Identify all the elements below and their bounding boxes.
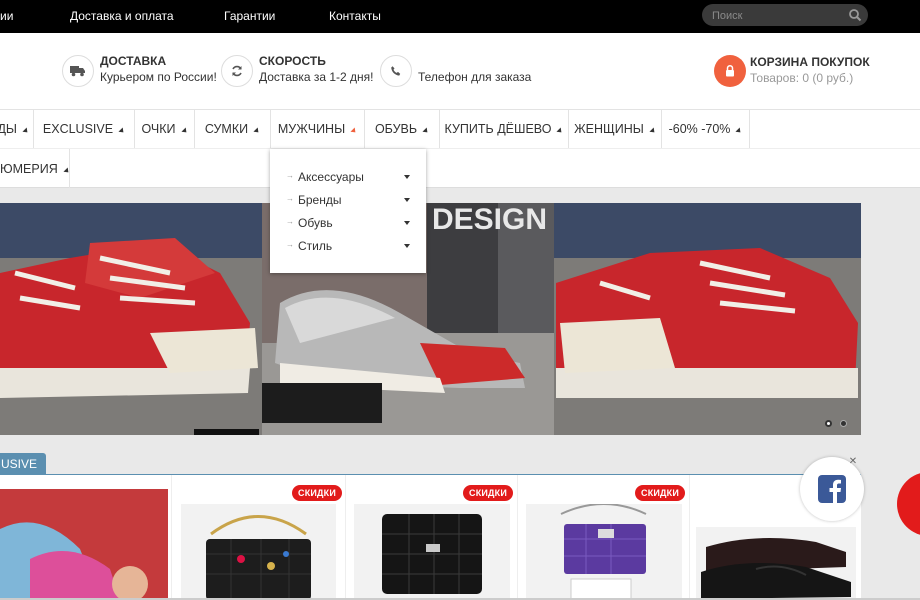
topbar-link-guarantees[interactable]: Гарантии [224,9,275,23]
top-bar: ии Доставка и оплата Гарантии Контакты [0,0,920,33]
arrow-icon: → [286,194,294,203]
feature-subtitle: Курьером по России! [100,70,217,84]
nav-item-glasses[interactable]: ОЧКИ [135,110,195,148]
submenu-label: Обувь [298,215,333,230]
discount-badge: СКИДКИ [635,485,686,501]
nav-item-perfumery[interactable]: ЮМЕРИЯ [0,149,71,188]
arrow-icon: → [286,240,294,249]
nav-label: ЮМЕРИЯ [0,161,58,176]
cart-title: КОРЗИНА ПОКУПОК [750,55,870,69]
slider-dots [825,420,847,427]
submenu-label: Стиль [298,238,333,253]
nav-label: КУПИТЬ ДЁШЕВО [444,122,552,136]
product-card[interactable]: СКИДКИ [172,475,346,600]
heart-widget-icon[interactable] [897,472,920,536]
product-image-black-bag [181,504,336,600]
discount-badge: СКИДКИ [292,485,343,501]
cart-summary: Товаров: 0 (0 руб.) [750,71,854,85]
nav-label: ЖЕНЩИНЫ [574,122,644,136]
nav-item-sale[interactable]: -60% -70% [662,110,750,148]
main-nav: ДЫ EXCLUSIVE ОЧКИ СУМКИ МУЖЧИНЫ ОБУВЬ КУ… [0,109,920,188]
facebook-icon [818,475,846,503]
product-card[interactable]: СКИДКИ [518,475,690,600]
chevron-down-icon [649,127,657,135]
nav-item-women[interactable]: ЖЕНЩИНЫ [569,110,662,148]
submenu-item-style[interactable]: → Стиль [270,234,426,257]
site-header: ДОСТАВКА Курьером по России! СКОРОСТЬ До… [0,33,920,109]
phone-icon [380,55,412,87]
nav-item-exclusive[interactable]: EXCLUSIVE [34,110,135,148]
nav-label: EXCLUSIVE [42,122,114,136]
chevron-down-icon [253,127,261,135]
nav-row-divider [0,148,920,149]
chevron-down-icon [422,127,430,135]
nav-label: ДЫ [0,122,17,136]
feature-title: ДОСТАВКА [100,54,167,68]
submenu-item-brands[interactable]: → Бренды [270,188,426,211]
banner-image: DESIGN [0,203,861,435]
nav-item-men[interactable]: МУЖЧИНЫ [271,110,365,148]
submenu-label: Аксессуары [298,169,364,184]
banner-text: DESIGN [432,203,547,236]
product-image-loafers [696,527,856,600]
submenu-item-shoes[interactable]: → Обувь [270,211,426,234]
close-icon[interactable]: ✕ [846,455,860,469]
nav-label: -60% -70% [668,122,731,136]
product-image-purple-bag [526,504,682,600]
chevron-down-icon [63,166,71,175]
nav-item-buy-cheap[interactable]: КУПИТЬ ДЁШЕВО [440,110,569,148]
nav-label: МУЖЧИНЫ [277,122,346,136]
chevron-down-icon [404,221,410,225]
slider-dot[interactable] [840,420,847,427]
topbar-link-partial[interactable]: ии [0,9,13,23]
chevron-down-icon [404,244,410,248]
refresh-icon [221,55,253,87]
nav-label: ОБУВЬ [374,122,418,136]
chevron-down-icon [404,198,410,202]
discount-badge: СКИДКИ [463,485,514,501]
nav-label: СУМКИ [204,122,249,136]
arrow-icon: → [286,217,294,226]
chevron-down-icon [404,175,410,179]
truck-icon [62,55,94,87]
product-image-croc-bag [354,504,510,600]
men-submenu: → Аксессуары → Бренды → Обувь → Стиль [270,149,426,273]
chevron-down-icon [350,127,358,135]
hero-banner[interactable]: DESIGN [0,203,861,435]
chevron-down-icon [22,127,30,135]
nav-label: ОЧКИ [141,122,176,136]
feature-title: СКОРОСТЬ [259,54,326,68]
search-icon[interactable] [848,8,862,22]
feature-subtitle: Телефон для заказа [418,70,532,84]
search-input[interactable] [710,6,844,26]
chevron-down-icon [556,127,564,135]
product-card[interactable]: СКИДКИ [346,475,518,600]
chevron-down-icon [180,127,189,135]
nav-item-bags[interactable]: СУМКИ [195,110,271,148]
arrow-icon: → [286,171,294,180]
product-carousel: СКИДКИ СКИДКИ СКИДКИ [0,475,861,600]
chevron-down-icon [735,127,743,135]
nav-item-partial[interactable]: ДЫ [0,110,34,148]
nav-item-shoes[interactable]: ОБУВЬ [365,110,440,148]
section-tab-exclusive[interactable]: USIVE [0,453,46,474]
topbar-link-contacts[interactable]: Контакты [329,9,381,23]
cart-lock-icon [714,55,746,87]
product-card[interactable] [0,475,172,600]
submenu-label: Бренды [298,192,342,207]
submenu-item-accessories[interactable]: → Аксессуары [270,165,426,188]
product-image-sneaker [0,489,168,600]
topbar-link-delivery[interactable]: Доставка и оплата [70,9,174,23]
chevron-down-icon [118,127,126,135]
search-box [702,4,868,26]
feature-subtitle: Доставка за 1-2 дня! [259,70,374,84]
slider-dot[interactable] [825,420,832,427]
